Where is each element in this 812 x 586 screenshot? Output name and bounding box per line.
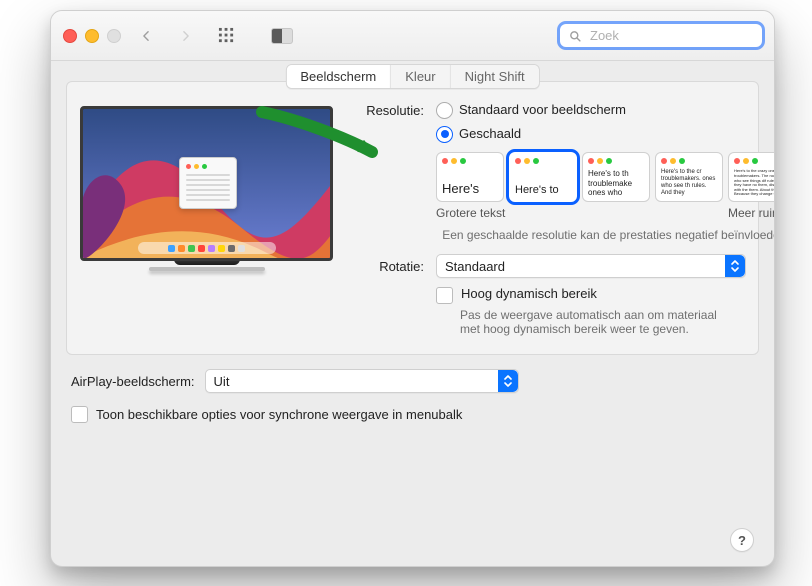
scale-thumb-text: Here's [442, 182, 498, 197]
preferences-window: Beeldscherm Kleur Night Shift [50, 10, 775, 567]
zoom-window-button[interactable] [107, 29, 121, 43]
resolution-default-label: Standaard voor beeldscherm [459, 100, 626, 120]
minimize-window-button[interactable] [85, 29, 99, 43]
rotation-select[interactable]: Standaard [436, 254, 746, 278]
scale-thumb-2[interactable]: Here's to th troublemake ones who [582, 152, 650, 202]
airplay-label: AirPlay-beeldscherm: [71, 374, 195, 389]
resolution-scaled-label: Geschaald [459, 124, 521, 144]
scale-thumb-1[interactable]: Here's to [509, 152, 577, 202]
scale-thumb-4[interactable]: Here's to the crazy one troublemakers. T… [728, 152, 775, 202]
mini-dock [138, 242, 276, 254]
scaling-warning: Een geschaalde resolutie kan de prestati… [436, 228, 775, 242]
resolution-label: Resolutie: [354, 100, 424, 121]
tab-night-shift[interactable]: Night Shift [451, 65, 539, 88]
segmented-rect-icon [271, 28, 293, 44]
forward-button[interactable] [175, 26, 197, 46]
select-arrows-icon [725, 255, 745, 277]
help-button[interactable]: ? [730, 528, 754, 552]
resolution-default-radio[interactable]: Standaard voor beeldscherm [436, 100, 626, 120]
larger-text-label: Grotere tekst [436, 206, 505, 220]
scale-thumb-text: Here's to [515, 184, 571, 197]
scale-thumb-text: Here's to the crazy one troublemakers. T… [734, 169, 775, 197]
scale-thumb-3[interactable]: Here's to the cr troublemakers. ones who… [655, 152, 723, 202]
content-area: Beeldscherm Kleur Night Shift [51, 61, 774, 566]
search-input[interactable] [588, 27, 768, 44]
tab-bar: Beeldscherm Kleur Night Shift [285, 64, 539, 89]
tab-color[interactable]: Kleur [391, 65, 450, 88]
search-field[interactable] [560, 24, 762, 47]
mini-window [179, 157, 237, 209]
show-all-button[interactable] [215, 26, 237, 46]
mirror-menu-label: Toon beschikbare opties voor synchrone w… [96, 407, 462, 422]
rotation-label: Rotatie: [354, 256, 424, 277]
bottom-controls: AirPlay-beeldscherm: Uit Toon beschikbar… [51, 355, 774, 437]
back-button[interactable] [135, 26, 157, 46]
airplay-value: Uit [214, 374, 230, 389]
toolbar [51, 11, 774, 61]
grid-icon [218, 27, 235, 44]
scale-thumb-text: Here's to the cr troublemakers. ones who… [661, 169, 717, 197]
monitor-preview [83, 106, 330, 271]
scale-thumb-0[interactable]: Here's [436, 152, 504, 202]
scale-thumb-text: Here's to th troublemake ones who [588, 169, 644, 197]
airplay-select[interactable]: Uit [205, 369, 519, 393]
select-arrows-icon [498, 370, 518, 392]
more-space-label: Meer ruimte [728, 206, 775, 220]
tab-display[interactable]: Beeldscherm [286, 65, 391, 88]
resolution-scaled-radio[interactable]: Geschaald [436, 124, 626, 144]
hdr-help-text: Pas de weergave automatisch aan om mater… [460, 308, 736, 336]
rotation-value: Standaard [445, 259, 505, 274]
chevron-left-icon [139, 29, 153, 43]
mirror-menu-checkbox[interactable] [71, 406, 88, 423]
close-window-button[interactable] [63, 29, 77, 43]
arrange-button[interactable] [271, 26, 293, 46]
scale-thumbnails: Here's Here's to Here's to th troublemake … [436, 152, 775, 202]
hdr-checkbox-label: Hoog dynamisch bereik [461, 286, 597, 301]
nav-buttons [135, 26, 197, 46]
window-controls [63, 29, 121, 43]
hdr-checkbox[interactable] [436, 287, 453, 304]
main-panel: Resolutie: Standaard voor beeldscherm Ge… [66, 81, 759, 355]
search-icon [568, 29, 582, 43]
chevron-right-icon [179, 29, 193, 43]
